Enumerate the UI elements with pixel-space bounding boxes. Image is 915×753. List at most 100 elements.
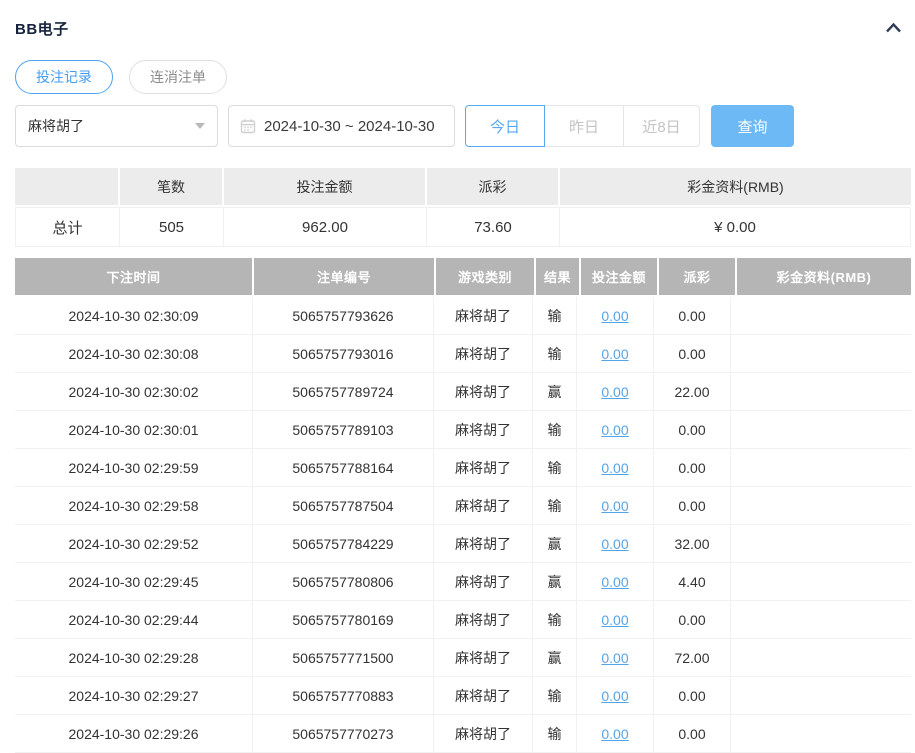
game-select[interactable]: 麻将胡了: [15, 105, 218, 147]
table-row: 2024-10-30 02:29:44 5065757780169 麻将胡了输 0.0…: [15, 601, 911, 639]
cell-bonus: [731, 563, 911, 600]
quick-range-yesterday[interactable]: 昨日: [544, 105, 624, 147]
cell-bonus: [731, 335, 911, 372]
cell-result: 输: [533, 677, 577, 714]
cell-bet-amount: 0.00: [577, 677, 654, 714]
detail-header-cell: 结果: [536, 258, 579, 295]
totals-bonus: ¥ 0.00: [714, 218, 756, 236]
table-row: 2024-10-30 02:29:26 5065757770273 麻将胡了输 0.0…: [15, 715, 911, 753]
table-row: 2024-10-30 02:29:58 5065757787504 麻将胡了输 0.0…: [15, 487, 911, 525]
cell-order-id: 5065757771500: [253, 639, 434, 676]
date-range-picker[interactable]: 2024-10-30 ~ 2024-10-30: [228, 105, 455, 147]
cell-bet-time: 2024-10-30 02:29:59: [15, 449, 253, 486]
cell-game-type: 麻将胡了: [434, 715, 533, 752]
table-row: 2024-10-30 02:29:28 5065757771500 麻将胡了赢 0.0…: [15, 639, 911, 677]
cell-game-type: 麻将胡了: [434, 373, 533, 410]
cell-bet-amount: 0.00: [577, 411, 654, 448]
cell-bonus: [731, 525, 911, 562]
tab-bet-records[interactable]: 投注记录: [15, 60, 113, 94]
bet-amount-link[interactable]: 0.00: [601, 460, 628, 476]
summary-table: 笔数 投注金额 派彩 彩金资料(RMB) 总计 505 962.00 73.60 ¥ 0.00: [15, 168, 911, 247]
bet-amount-link[interactable]: 0.00: [601, 574, 628, 590]
table-row: 2024-10-30 02:29:27 5065757770883 麻将胡了输 0.0…: [15, 677, 911, 715]
collapse-button[interactable]: [884, 20, 903, 36]
cell-bonus: [731, 715, 911, 752]
cell-payout: 4.40: [654, 563, 731, 600]
cell-payout: 0.00: [654, 677, 731, 714]
cell-order-id: 5065757780806: [253, 563, 434, 600]
cell-bonus: [731, 411, 911, 448]
game-select-value: 麻将胡了: [28, 118, 84, 134]
bet-amount-link[interactable]: 0.00: [601, 346, 628, 362]
detail-table-header: 下注时间 注单编号 游戏类别 结果 投注金额 派彩 彩金资料(RMB): [15, 258, 911, 295]
cell-bet-amount: 0.00: [577, 563, 654, 600]
cell-payout: 0.00: [654, 449, 731, 486]
cell-bet-time: 2024-10-30 02:30:09: [15, 297, 253, 334]
bet-amount-link[interactable]: 0.00: [601, 726, 628, 742]
cell-bet-time: 2024-10-30 02:29:28: [15, 639, 253, 676]
table-row: 2024-10-30 02:29:45 5065757780806 麻将胡了赢 0.0…: [15, 563, 911, 601]
cell-result: 输: [533, 449, 577, 486]
cell-order-id: 5065757787504: [253, 487, 434, 524]
cell-result: 输: [533, 715, 577, 752]
cell-bet-amount: 0.00: [577, 373, 654, 410]
cell-bet-amount: 0.00: [577, 525, 654, 562]
cell-result: 输: [533, 297, 577, 334]
panel-bb-dianzi: BB电子 投注记录 连消注单 麻将胡了 2024-10-30 ~ 2024-10…: [15, 0, 911, 753]
cell-order-id: 5065757789103: [253, 411, 434, 448]
date-range-value: 2024-10-30 ~ 2024-10-30: [264, 117, 435, 135]
quick-range-8days[interactable]: 近8日: [623, 105, 700, 147]
cell-order-id: 5065757793626: [253, 297, 434, 334]
cell-payout: 72.00: [654, 639, 731, 676]
bet-amount-link[interactable]: 0.00: [601, 536, 628, 552]
bet-amount-link[interactable]: 0.00: [601, 498, 628, 514]
summary-header-cell: [15, 168, 118, 205]
page-title: BB电子: [15, 20, 69, 38]
cell-bonus: [731, 639, 911, 676]
cell-bonus: [731, 601, 911, 638]
cell-order-id: 5065757788164: [253, 449, 434, 486]
cell-bonus: [731, 297, 911, 334]
detail-header-cell: 投注金额: [581, 258, 657, 295]
panel-header: BB电子: [15, 17, 911, 39]
cell-bet-amount: 0.00: [577, 639, 654, 676]
detail-header-cell: 彩金资料(RMB): [737, 258, 911, 295]
cell-bet-amount: 0.00: [577, 715, 654, 752]
detail-table-body: 2024-10-30 02:30:09 5065757793626 麻将胡了输 0.0…: [15, 297, 911, 753]
cell-bet-amount: 0.00: [577, 297, 654, 334]
cell-result: 输: [533, 411, 577, 448]
bet-amount-link[interactable]: 0.00: [601, 612, 628, 628]
cell-payout: 0.00: [654, 715, 731, 752]
detail-table: 下注时间 注单编号 游戏类别 结果 投注金额 派彩 彩金资料(RMB) 2024-10-30…: [15, 258, 911, 753]
cell-game-type: 麻将胡了: [434, 411, 533, 448]
detail-header-cell: 注单编号: [254, 258, 434, 295]
cell-result: 输: [533, 601, 577, 638]
bet-amount-link[interactable]: 0.00: [601, 422, 628, 438]
cell-order-id: 5065757789724: [253, 373, 434, 410]
cell-bet-amount: 0.00: [577, 335, 654, 372]
table-row: 2024-10-30 02:29:52 5065757784229 麻将胡了赢 0.0…: [15, 525, 911, 563]
quick-range-today[interactable]: 今日: [465, 105, 545, 147]
bet-amount-link[interactable]: 0.00: [601, 384, 628, 400]
search-button[interactable]: 查询: [711, 105, 794, 147]
cell-bet-time: 2024-10-30 02:29:45: [15, 563, 253, 600]
chevron-up-icon: [886, 22, 901, 33]
cell-result: 赢: [533, 563, 577, 600]
cell-payout: 22.00: [654, 373, 731, 410]
tab-cancelled-orders[interactable]: 连消注单: [129, 60, 227, 94]
totals-payout: 73.60: [427, 208, 560, 246]
cell-bonus: [731, 373, 911, 410]
cell-bet-time: 2024-10-30 02:29:26: [15, 715, 253, 752]
bet-amount-link[interactable]: 0.00: [601, 650, 628, 666]
cell-order-id: 5065757770273: [253, 715, 434, 752]
cell-bet-time: 2024-10-30 02:29:58: [15, 487, 253, 524]
summary-header-cell: 彩金资料(RMB): [560, 168, 911, 205]
totals-label: 总计: [16, 208, 120, 246]
bet-amount-link[interactable]: 0.00: [601, 688, 628, 704]
bet-amount-link[interactable]: 0.00: [601, 308, 628, 324]
cell-bet-time: 2024-10-30 02:29:44: [15, 601, 253, 638]
cell-result: 输: [533, 487, 577, 524]
table-row: 2024-10-30 02:29:59 5065757788164 麻将胡了输 0.0…: [15, 449, 911, 487]
summary-table-header: 笔数 投注金额 派彩 彩金资料(RMB): [15, 168, 911, 205]
cell-order-id: 5065757784229: [253, 525, 434, 562]
